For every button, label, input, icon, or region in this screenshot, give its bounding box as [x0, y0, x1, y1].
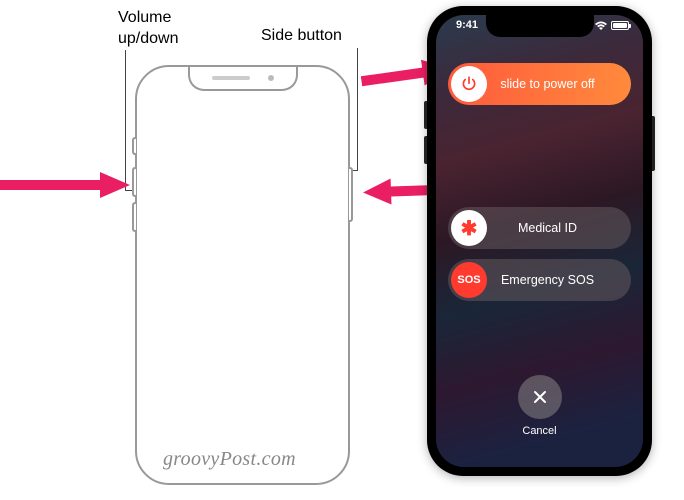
phone-outline-diagram [135, 65, 350, 485]
cancel-label: Cancel [518, 425, 562, 437]
slider-label: slide to power off [487, 77, 628, 91]
volume-down-button [424, 136, 427, 164]
slider-label: Medical ID [487, 221, 628, 235]
sos-icon: SOS [451, 262, 487, 298]
speaker-icon [212, 76, 250, 80]
volume-up-outline [132, 167, 136, 197]
volume-up-button [424, 101, 427, 129]
power-off-slider[interactable]: slide to power off [448, 63, 631, 105]
phone-notch [188, 67, 298, 91]
slider-label: Emergency SOS [487, 273, 628, 287]
cancel-button[interactable] [518, 375, 562, 419]
connector-line [357, 48, 358, 170]
medical-icon: ✱ [451, 210, 487, 246]
mute-switch-outline [132, 137, 136, 155]
volume-label: Volume up/down [118, 8, 179, 50]
medical-id-slider[interactable]: ✱ Medical ID [448, 207, 631, 249]
power-icon [451, 66, 487, 102]
close-icon [532, 389, 548, 405]
camera-icon [268, 75, 274, 81]
side-button-label: Side button [261, 26, 342, 47]
phone-notch [486, 15, 594, 37]
watermark-text: groovyPost.com [163, 448, 296, 471]
phone-screenshot: 9:41 slide to power off ✱ Medical ID SOS [427, 6, 652, 476]
emergency-sos-slider[interactable]: SOS Emergency SOS [448, 259, 631, 301]
connector-line [125, 50, 126, 190]
arrow-icon [0, 170, 130, 200]
phone-body [135, 65, 350, 485]
cancel-group: Cancel [518, 375, 562, 437]
phone-screen: 9:41 slide to power off ✱ Medical ID SOS [436, 15, 643, 467]
battery-icon [611, 21, 629, 30]
wifi-icon [595, 21, 607, 30]
status-time: 9:41 [450, 19, 478, 31]
volume-down-outline [132, 202, 136, 232]
side-button-outline [349, 167, 353, 222]
side-button [652, 116, 655, 171]
